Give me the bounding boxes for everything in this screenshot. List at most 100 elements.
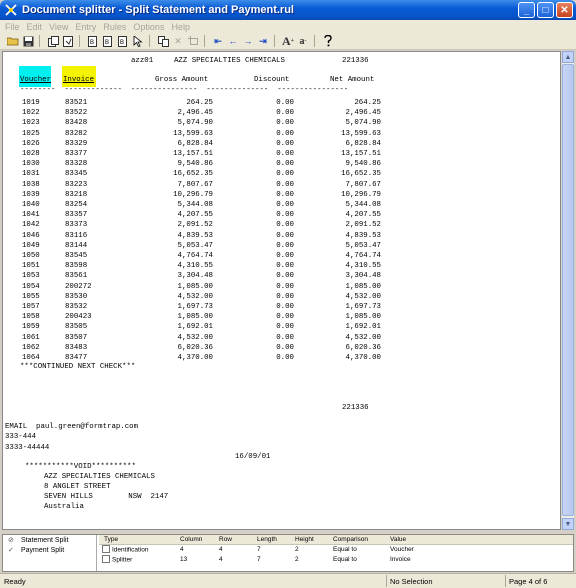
gross-cell: 7,807.67 [177, 180, 213, 189]
font-larger-icon[interactable]: A + [281, 34, 295, 48]
invoice-cell: 83328 [65, 160, 88, 169]
menu-bar: File Edit View Entry Rules Options Help [0, 20, 576, 33]
menu-file[interactable]: File [5, 22, 20, 32]
vertical-scrollbar[interactable]: ▲ ▼ [561, 51, 574, 530]
net-cell: 4,370.00 [345, 354, 381, 362]
first-page-icon[interactable]: ⇤ [211, 34, 225, 48]
scroll-thumb[interactable] [562, 64, 574, 516]
grid-col-type[interactable]: Type [104, 536, 118, 543]
gross-cell: 9,540.86 [177, 160, 213, 169]
split-item-payment[interactable]: ✓ Payment Split [3, 545, 96, 555]
voucher-cell: 1064 [22, 354, 40, 362]
copy-doc-icon[interactable] [46, 34, 60, 48]
invoice-cell: 83254 [65, 201, 88, 209]
next-page-icon[interactable]: → [241, 34, 255, 48]
table-row: 1041 83357 4,207.55 0.00 4,207.55 [3, 210, 403, 220]
net-cell: 10,296.79 [341, 190, 381, 199]
email-line: EMAIL paul.green@formtrap.com [5, 423, 139, 431]
copy-icon[interactable] [156, 34, 170, 48]
menu-rules[interactable]: Rules [103, 22, 126, 32]
menu-view[interactable]: View [49, 22, 68, 32]
grid-col-value[interactable]: Value [390, 536, 406, 543]
save-icon[interactable] [21, 34, 35, 48]
prev-page-icon[interactable]: ← [226, 34, 240, 48]
grid-col-row[interactable]: Row [219, 536, 232, 543]
table-row: 1064 83477 4,370.00 0.00 4,370.00 [3, 353, 403, 363]
status-selection: No Selection [390, 577, 433, 586]
table-row: 1059 83505 1,692.01 0.00 1,692.01 [3, 322, 403, 332]
split-list: ⊘ Statement Split ✓ Payment Split [3, 535, 97, 571]
maximize-button[interactable]: □ [537, 2, 554, 18]
voucher-cell: 1059 [22, 323, 40, 332]
menu-edit[interactable]: Edit [27, 22, 43, 32]
cursor-icon[interactable] [131, 34, 145, 48]
net-cell: 4,839.53 [345, 231, 381, 240]
gross-cell: 1,697.73 [177, 303, 213, 311]
scroll-up-button[interactable]: ▲ [562, 51, 574, 63]
rule-value: Invoice [390, 556, 411, 563]
help-icon[interactable] [321, 34, 335, 48]
voucher-cell: 1061 [22, 333, 40, 342]
document-viewer[interactable]: azz01 AZZ SPECIALTIES CHEMICALS 221336 V… [2, 51, 561, 530]
invoice-cell: 83530 [65, 292, 88, 301]
grid-row[interactable]: Identification 4 4 7 2 Equal to Voucher [99, 545, 573, 555]
page-icon[interactable]: B [116, 34, 130, 48]
voucher-cell: 1053 [22, 272, 40, 281]
menu-help[interactable]: Help [171, 22, 190, 32]
voucher-cell: 1054 [22, 282, 40, 291]
invoice-cell: 83483 [65, 343, 88, 352]
voucher-cell: 1057 [22, 303, 40, 311]
menu-entry[interactable]: Entry [75, 22, 96, 32]
discount-cell: 0.00 [276, 190, 294, 199]
discount-cell: 0.00 [276, 99, 294, 107]
close-icon: ✕ [560, 4, 569, 16]
split-label: Payment Split [21, 546, 65, 554]
menu-options[interactable]: Options [133, 22, 164, 32]
company-name: AZZ SPECIALTIES CHEMICALS [174, 57, 285, 65]
net-cell: 16,652.35 [341, 170, 381, 179]
grid-col-comparison[interactable]: Comparison [333, 536, 368, 543]
discount-cell: 0.00 [276, 272, 294, 281]
rules-pane: ⊘ Statement Split ✓ Payment Split Type C… [2, 534, 574, 572]
discount-cell: 0.00 [276, 160, 294, 169]
delete-icon[interactable]: ✕ [171, 34, 185, 48]
scroll-down-button[interactable]: ▼ [562, 518, 574, 530]
split-item-statement[interactable]: ⊘ Statement Split [3, 535, 96, 545]
net-cell: 5,053.47 [345, 241, 381, 250]
table-row: 1049 83144 5,053.47 0.00 5,053.47 [3, 241, 403, 251]
page-icon[interactable]: B [86, 34, 100, 48]
invoice-cell: 83532 [65, 303, 88, 311]
discount-cell: 0.00 [276, 150, 294, 158]
rule-type: Identification [112, 546, 149, 554]
rule-length: 7 [257, 546, 261, 553]
folder-open-icon[interactable] [6, 34, 20, 48]
toolbar-separator [274, 35, 278, 47]
net-cell: 1,085.00 [345, 282, 381, 291]
net-cell: 6,020.36 [345, 343, 381, 352]
discount-cell: 0.00 [276, 119, 294, 128]
font-smaller-icon[interactable]: a- [296, 34, 310, 48]
header-code: azz01 [131, 57, 154, 65]
last-page-icon[interactable]: ⇥ [256, 34, 270, 48]
invoice-cell: 83505 [65, 323, 88, 332]
discount-cell: 0.00 [276, 221, 294, 230]
invoice-cell: 83116 [65, 231, 88, 240]
toolbar-separator [204, 35, 208, 47]
net-cell: 13,599.63 [341, 129, 381, 138]
grid-col-length[interactable]: Length [257, 536, 277, 543]
table-row: 1023 83428 5,074.90 0.00 5,074.90 [3, 118, 403, 128]
invoice-cell: 83329 [65, 139, 88, 148]
grid-col-column[interactable]: Column [180, 536, 202, 543]
close-button[interactable]: ✕ [556, 2, 573, 18]
page-icon[interactable]: B [101, 34, 115, 48]
paste-doc-icon[interactable] [61, 34, 75, 48]
minimize-button[interactable]: _ [518, 2, 535, 18]
net-cell: 7,807.67 [345, 180, 381, 189]
grid-row[interactable]: Splitter 13 4 7 2 Equal to Invoice [99, 555, 573, 565]
crop-icon[interactable] [186, 34, 200, 48]
grid-col-height[interactable]: Height [295, 536, 314, 543]
table-row: 1025 83282 13,599.63 0.00 13,599.63 [3, 129, 403, 139]
net-column-header: Net Amount [330, 76, 375, 84]
net-cell: 2,496.45 [345, 109, 381, 118]
gross-cell: 4,764.74 [177, 252, 213, 260]
